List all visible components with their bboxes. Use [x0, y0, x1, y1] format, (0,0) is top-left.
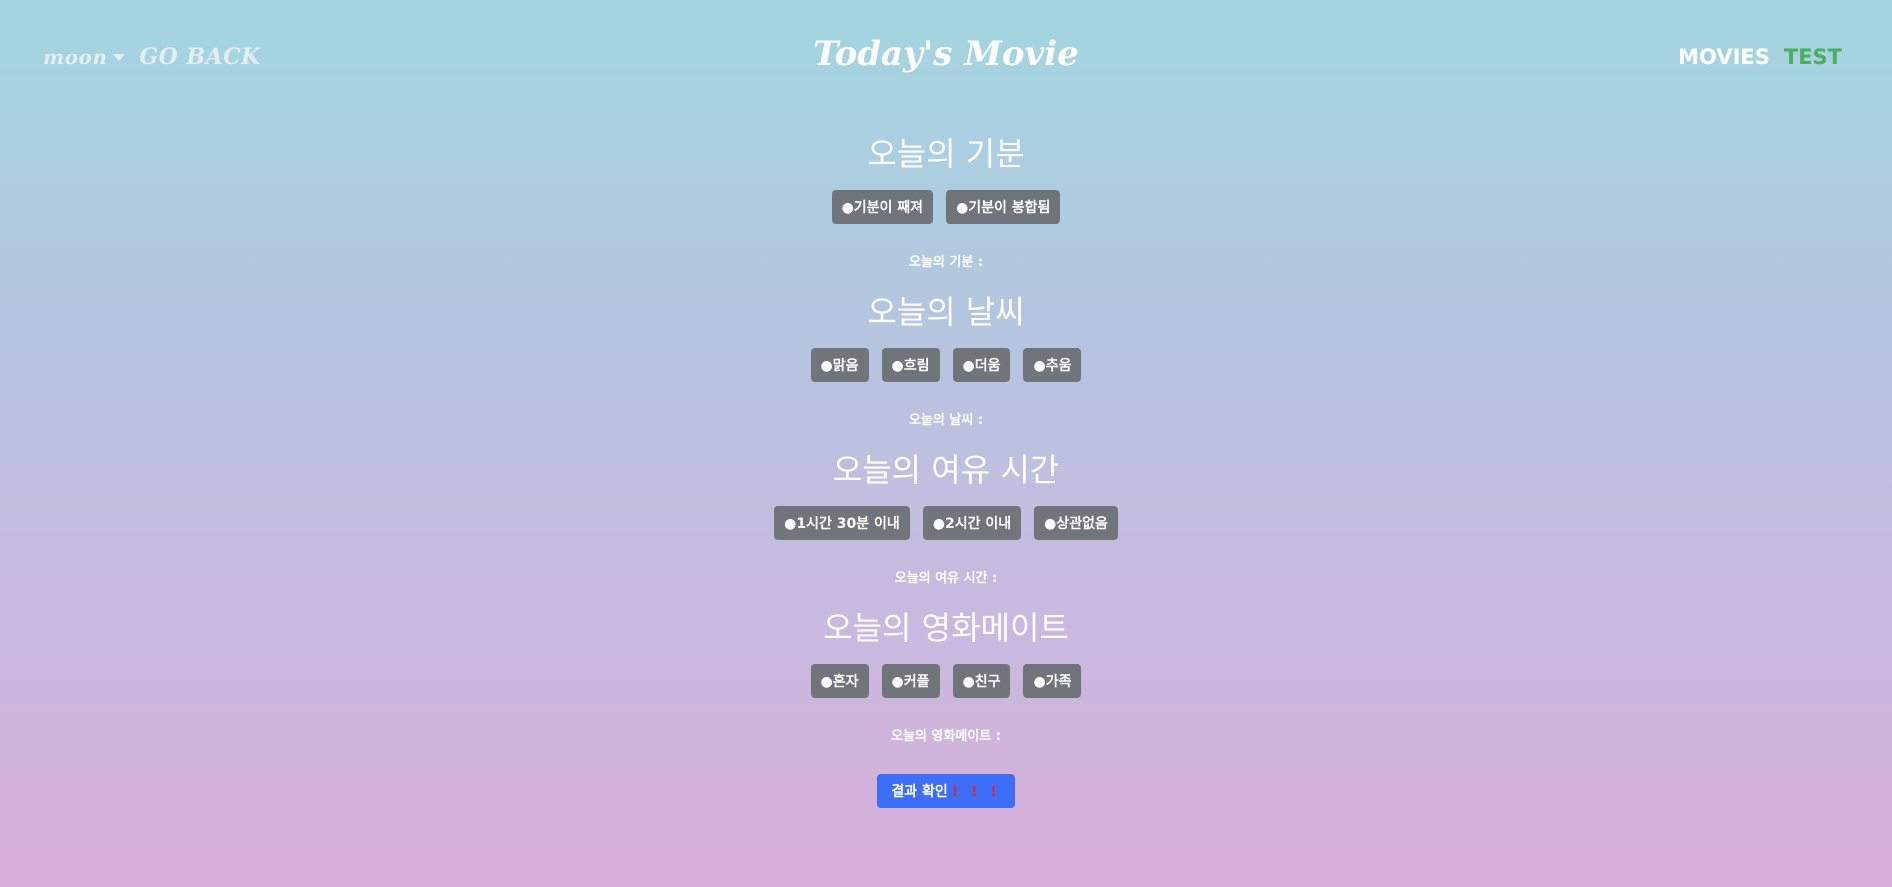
option-button[interactable]: ●흐림	[881, 348, 940, 382]
section-title: 오늘의 여유 시간	[832, 451, 1060, 489]
main-content: 오늘의 기분 ●기분이 째져 ●기분이 봉합됨 오늘의 기분 : 오늘의 날씨 …	[0, 130, 1892, 808]
top-nav-left: moon GO BACK	[43, 44, 261, 70]
option-button[interactable]: ●커플	[881, 664, 940, 698]
section-title: 오늘의 날씨	[867, 293, 1025, 331]
option-row: ●기분이 째져 ●기분이 봉합됨	[0, 190, 1892, 224]
option-button[interactable]: ●가족	[1023, 664, 1082, 698]
go-back-link[interactable]: GO BACK	[139, 44, 260, 70]
movies-link[interactable]: MOVIES	[1678, 45, 1770, 69]
emphasis-marks: ! ! !	[951, 784, 1001, 800]
option-button[interactable]: ●2시간 이내	[922, 506, 1022, 540]
result-label: 오늘의 기분 :	[908, 255, 984, 270]
option-button[interactable]: ●혼자	[810, 664, 869, 698]
section-movie-mate: 오늘의 영화메이트 ●혼자 ●커플 ●친구 ●가족 오늘의 영화메이트 :	[0, 604, 1892, 746]
option-button[interactable]: ●더움	[952, 348, 1011, 382]
section-weather: 오늘의 날씨 ●맑음 ●흐림 ●더움 ●추움 오늘의 날씨 :	[0, 288, 1892, 430]
section-free-time: 오늘의 여유 시간 ●1시간 30분 이내 ●2시간 이내 ●상관없음 오늘의 …	[0, 446, 1892, 588]
section-title: 오늘의 기분	[867, 135, 1025, 173]
test-link[interactable]: TEST	[1784, 45, 1842, 69]
option-button[interactable]: ●친구	[952, 664, 1011, 698]
option-button[interactable]: ●기분이 째져	[831, 190, 934, 224]
option-button[interactable]: ●추움	[1023, 348, 1082, 382]
section-title: 오늘의 영화메이트	[823, 609, 1069, 647]
option-row: ●맑음 ●흐림 ●더움 ●추움	[0, 348, 1892, 382]
option-row: ●혼자 ●커플 ●친구 ●가족	[0, 664, 1892, 698]
option-row: ●1시간 30분 이내 ●2시간 이내 ●상관없음	[0, 506, 1892, 540]
option-button[interactable]: ●기분이 봉합됨	[946, 190, 1061, 224]
submit-wrapper: 결과 확인! ! !	[0, 774, 1892, 808]
result-label: 오늘의 날씨 :	[908, 413, 984, 428]
top-nav-right: MOVIES TEST	[1678, 45, 1842, 69]
check-result-button[interactable]: 결과 확인! ! !	[877, 774, 1015, 808]
user-name: moon	[43, 45, 108, 69]
result-label: 오늘의 영화메이트 :	[891, 729, 1001, 744]
option-button[interactable]: ●1시간 30분 이내	[774, 506, 910, 540]
result-label: 오늘의 여유 시간 :	[894, 571, 998, 586]
chevron-down-icon	[113, 53, 126, 61]
brand-title[interactable]: Today's Movie	[813, 34, 1079, 74]
section-mood: 오늘의 기분 ●기분이 째져 ●기분이 봉합됨 오늘의 기분 :	[0, 130, 1892, 272]
brand-title-wrapper: Today's Movie	[0, 34, 1892, 74]
option-button[interactable]: ●상관없음	[1034, 506, 1118, 540]
check-result-label: 결과 확인	[891, 784, 948, 800]
user-dropdown[interactable]: moon	[43, 45, 126, 69]
option-button[interactable]: ●맑음	[810, 348, 869, 382]
